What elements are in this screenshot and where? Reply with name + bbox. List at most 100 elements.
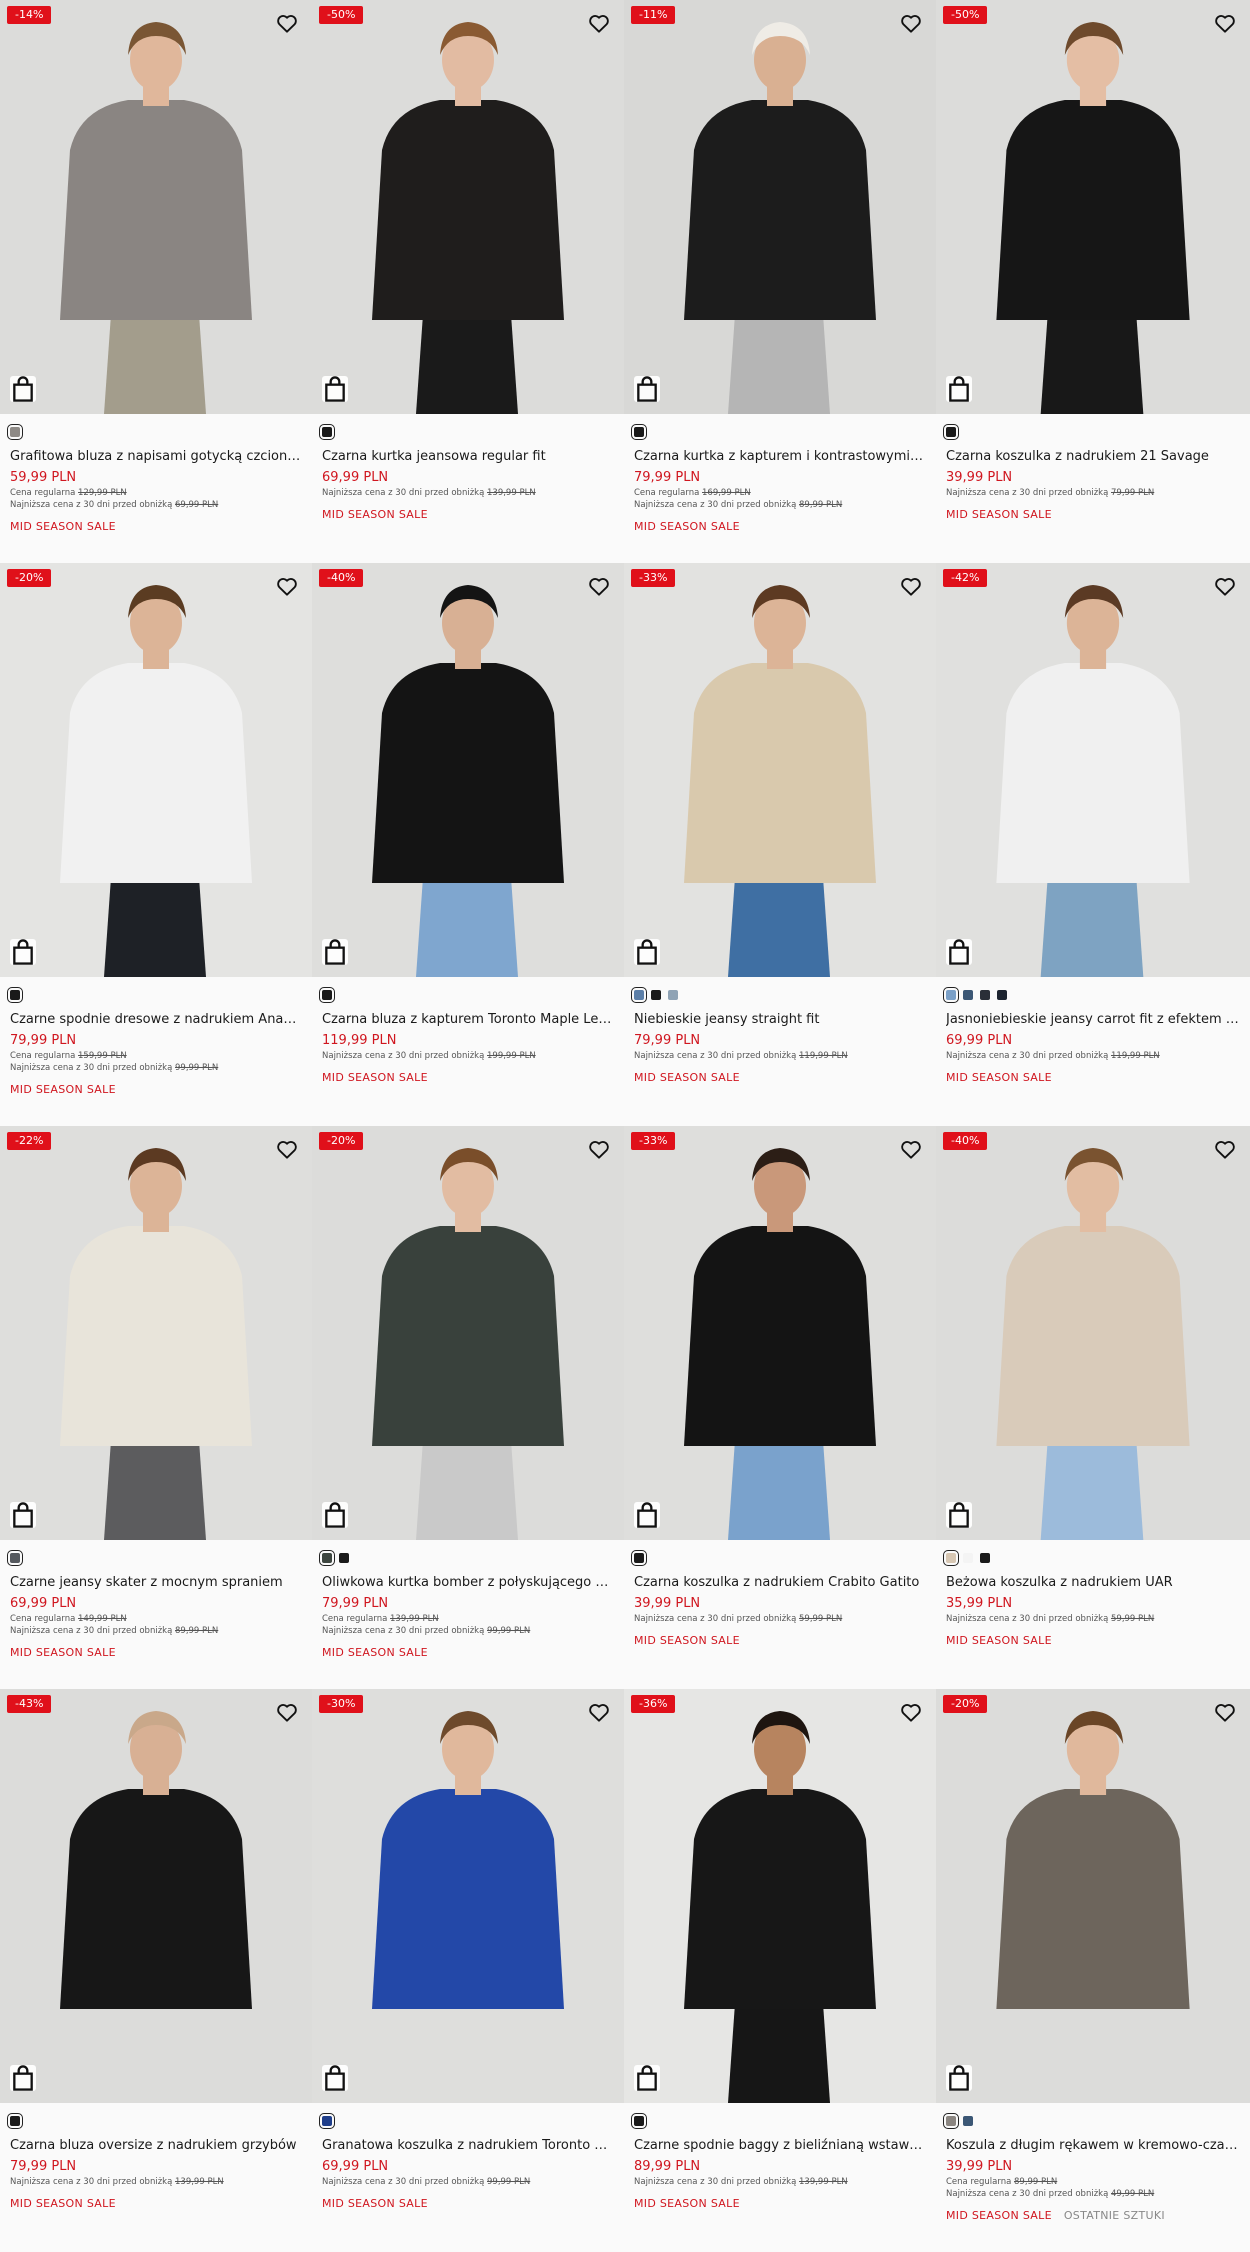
wishlist-heart-icon[interactable] (900, 1701, 922, 1723)
color-swatch[interactable] (631, 2113, 647, 2129)
add-to-bag-icon[interactable] (10, 1502, 36, 1528)
color-swatch[interactable] (319, 1550, 335, 1566)
product-name[interactable]: Beżowa koszulka z nadrukiem UAR (946, 1574, 1240, 1592)
color-swatch[interactable] (943, 2113, 959, 2129)
product-name[interactable]: Grafitowa bluza z napisami gotycką czcio… (10, 448, 302, 466)
product-card[interactable]: -36% Czarne spodnie baggy z bieliźnianą … (624, 1689, 936, 2252)
add-to-bag-icon[interactable] (322, 1502, 348, 1528)
product-card[interactable]: -40% Czarna bluza z kapturem Toronto Map… (312, 563, 624, 1126)
product-name[interactable]: Granatowa koszulka z nadrukiem Toronto M… (322, 2137, 614, 2155)
product-photo[interactable]: -36% (624, 1689, 936, 2103)
color-swatch[interactable] (943, 424, 959, 440)
add-to-bag-icon[interactable] (322, 939, 348, 965)
product-card[interactable]: -33% Niebieskie jeansy straight fit 79,9… (624, 563, 936, 1126)
product-card[interactable]: -22% Czarne jeansy skater z mocnym spran… (0, 1126, 312, 1689)
add-to-bag-icon[interactable] (322, 376, 348, 402)
product-photo[interactable]: -33% (624, 1126, 936, 1540)
color-swatch[interactable] (980, 990, 990, 1000)
product-photo[interactable]: -11% (624, 0, 936, 414)
color-swatch[interactable] (963, 990, 973, 1000)
add-to-bag-icon[interactable] (10, 2065, 36, 2091)
color-swatch[interactable] (319, 2113, 335, 2129)
wishlist-heart-icon[interactable] (276, 575, 298, 597)
color-swatch[interactable] (668, 990, 678, 1000)
product-name[interactable]: Czarna kurtka z kapturem i kontrastowymi… (634, 448, 926, 466)
product-card[interactable]: -42% Jasnoniebieskie jeansy carrot fit z… (936, 563, 1250, 1126)
wishlist-heart-icon[interactable] (276, 1701, 298, 1723)
product-photo[interactable]: -50% (312, 0, 624, 414)
product-card[interactable]: -20% Oliwkowa kurtka bomber z połyskując… (312, 1126, 624, 1689)
product-photo[interactable]: -30% (312, 1689, 624, 2103)
color-swatch[interactable] (651, 990, 661, 1000)
wishlist-heart-icon[interactable] (900, 1138, 922, 1160)
product-name[interactable]: Jasnoniebieskie jeansy carrot fit z efek… (946, 1011, 1240, 1029)
product-card[interactable]: -50% Czarna koszulka z nadrukiem 21 Sava… (936, 0, 1250, 563)
wishlist-heart-icon[interactable] (588, 1701, 610, 1723)
product-card[interactable]: -43% Czarna bluza oversize z nadrukiem g… (0, 1689, 312, 2252)
product-photo[interactable]: -14% (0, 0, 312, 414)
add-to-bag-icon[interactable] (10, 939, 36, 965)
add-to-bag-icon[interactable] (946, 1502, 972, 1528)
product-photo[interactable]: -20% (936, 1689, 1250, 2103)
product-name[interactable]: Niebieskie jeansy straight fit (634, 1011, 926, 1029)
product-name[interactable]: Czarna bluza z kapturem Toronto Maple Le… (322, 1011, 614, 1029)
color-swatch[interactable] (963, 2116, 973, 2126)
product-name[interactable]: Czarna bluza oversize z nadrukiem grzybó… (10, 2137, 302, 2155)
product-card[interactable]: -11% Czarna kurtka z kapturem i kontrast… (624, 0, 936, 563)
product-name[interactable]: Czarna kurtka jeansowa regular fit (322, 448, 614, 466)
wishlist-heart-icon[interactable] (1214, 1701, 1236, 1723)
product-name[interactable]: Czarna koszulka z nadrukiem 21 Savage (946, 448, 1240, 466)
product-card[interactable]: -40% Beżowa koszulka z nadrukiem UAR 35,… (936, 1126, 1250, 1689)
product-photo[interactable]: -33% (624, 563, 936, 977)
wishlist-heart-icon[interactable] (588, 575, 610, 597)
product-name[interactable]: Czarna koszulka z nadrukiem Crabito Gati… (634, 1574, 926, 1592)
add-to-bag-icon[interactable] (946, 376, 972, 402)
add-to-bag-icon[interactable] (946, 2065, 972, 2091)
product-name[interactable]: Koszula z długim rękawem w kremowo-czar.… (946, 2137, 1240, 2155)
color-swatch[interactable] (631, 1550, 647, 1566)
add-to-bag-icon[interactable] (634, 376, 660, 402)
color-swatch[interactable] (7, 424, 23, 440)
wishlist-heart-icon[interactable] (900, 575, 922, 597)
product-photo[interactable]: -40% (312, 563, 624, 977)
product-photo[interactable]: -40% (936, 1126, 1250, 1540)
product-photo[interactable]: -20% (312, 1126, 624, 1540)
color-swatch[interactable] (7, 1550, 23, 1566)
product-card[interactable]: -14% Grafitowa bluza z napisami gotycką … (0, 0, 312, 563)
product-card[interactable]: -33% Czarna koszulka z nadrukiem Crabito… (624, 1126, 936, 1689)
add-to-bag-icon[interactable] (634, 939, 660, 965)
product-photo[interactable]: -43% (0, 1689, 312, 2103)
product-card[interactable]: -50% Czarna kurtka jeansowa regular fit … (312, 0, 624, 563)
add-to-bag-icon[interactable] (634, 2065, 660, 2091)
color-swatch[interactable] (319, 987, 335, 1003)
color-swatch[interactable] (631, 424, 647, 440)
wishlist-heart-icon[interactable] (276, 1138, 298, 1160)
product-photo[interactable]: -22% (0, 1126, 312, 1540)
color-swatch[interactable] (997, 990, 1007, 1000)
product-name[interactable]: Czarne spodnie dresowe z nadrukiem Anah.… (10, 1011, 302, 1029)
wishlist-heart-icon[interactable] (588, 12, 610, 34)
wishlist-heart-icon[interactable] (1214, 12, 1236, 34)
product-card[interactable]: -20% Koszula z długim rękawem w kremowo-… (936, 1689, 1250, 2252)
product-name[interactable]: Oliwkowa kurtka bomber z połyskującego m… (322, 1574, 614, 1592)
wishlist-heart-icon[interactable] (588, 1138, 610, 1160)
color-swatch[interactable] (631, 987, 647, 1003)
wishlist-heart-icon[interactable] (1214, 1138, 1236, 1160)
product-photo[interactable]: -42% (936, 563, 1250, 977)
product-photo[interactable]: -20% (0, 563, 312, 977)
wishlist-heart-icon[interactable] (1214, 575, 1236, 597)
add-to-bag-icon[interactable] (10, 376, 36, 402)
product-name[interactable]: Czarne jeansy skater z mocnym spraniem (10, 1574, 302, 1592)
add-to-bag-icon[interactable] (634, 1502, 660, 1528)
color-swatch[interactable] (943, 987, 959, 1003)
wishlist-heart-icon[interactable] (900, 12, 922, 34)
add-to-bag-icon[interactable] (322, 2065, 348, 2091)
color-swatch[interactable] (7, 987, 23, 1003)
product-name[interactable]: Czarne spodnie baggy z bieliźnianą wstaw… (634, 2137, 926, 2155)
color-swatch[interactable] (319, 424, 335, 440)
color-swatch[interactable] (339, 1553, 349, 1563)
color-swatch[interactable] (963, 1553, 973, 1563)
color-swatch[interactable] (980, 1553, 990, 1563)
wishlist-heart-icon[interactable] (276, 12, 298, 34)
product-photo[interactable]: -50% (936, 0, 1250, 414)
